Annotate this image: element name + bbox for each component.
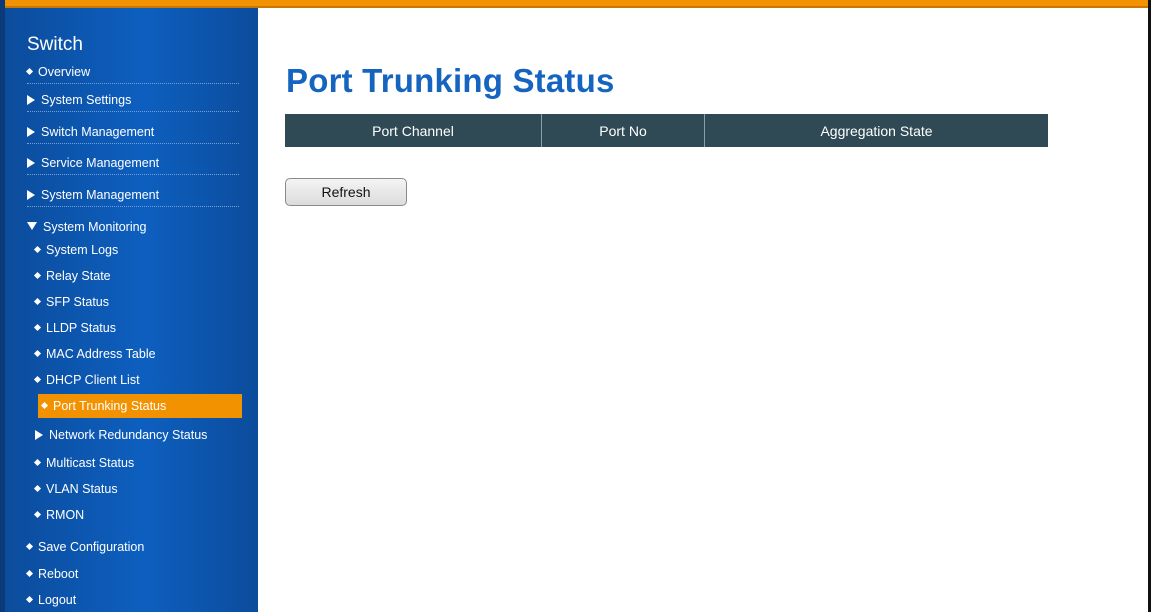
bullet-icon [25, 596, 34, 604]
nav-label: Relay State [46, 269, 111, 283]
nav-multicast-status[interactable]: Multicast Status [33, 451, 241, 475]
nav-label: Port Trunking Status [53, 399, 167, 413]
nav-vlan-status[interactable]: VLAN Status [33, 477, 241, 501]
nav-label: Overview [38, 65, 91, 79]
refresh-button[interactable]: Refresh [285, 178, 407, 206]
nav-switch-management[interactable]: Switch Management [27, 120, 239, 144]
nav-reboot[interactable]: Reboot [25, 562, 239, 586]
page-title: Port Trunking Status [286, 62, 615, 99]
bullet-icon [33, 376, 42, 384]
bullet-icon [25, 68, 34, 76]
nav-label: System Monitoring [43, 220, 147, 234]
expand-arrow-icon [27, 94, 35, 105]
nav-port-trunking-status[interactable]: Port Trunking Status [38, 394, 242, 418]
bullet-icon [25, 543, 34, 551]
column-header-port-channel: Port Channel [285, 114, 542, 147]
nav-label: System Logs [46, 243, 119, 257]
collapse-arrow-icon [27, 221, 37, 230]
nav-mac-address-table[interactable]: MAC Address Table [33, 342, 241, 366]
nav-label: Network Redundancy Status [49, 428, 208, 442]
nav-network-redundancy-status[interactable]: Network Redundancy Status [35, 423, 241, 447]
expand-arrow-icon [27, 157, 35, 168]
nav-system-settings[interactable]: System Settings [27, 88, 239, 112]
nav-label: VLAN Status [46, 482, 118, 496]
nav-label: System Settings [41, 93, 132, 107]
bullet-icon [25, 570, 34, 578]
nav-label: Reboot [38, 567, 79, 581]
nav-overview[interactable]: Overview [25, 60, 239, 84]
nav-label: RMON [46, 508, 85, 522]
nav-save-configuration[interactable]: Save Configuration [25, 535, 239, 559]
column-header-aggregation-state: Aggregation State [820, 122, 933, 139]
nav-dhcp-client-list[interactable]: DHCP Client List [33, 368, 241, 392]
nav-service-management[interactable]: Service Management [27, 151, 239, 175]
nav-logout[interactable]: Logout [25, 588, 239, 612]
sidebar-title: Switch [27, 34, 83, 55]
nav-label: Save Configuration [38, 540, 145, 554]
bullet-icon [33, 350, 42, 358]
nav-label: Multicast Status [46, 456, 135, 470]
nav-rmon[interactable]: RMON [33, 503, 241, 527]
nav-label: Switch Management [41, 125, 155, 139]
nav-label: MAC Address Table [46, 347, 156, 361]
expand-arrow-icon [27, 126, 35, 137]
expand-arrow-icon [27, 189, 35, 200]
bullet-icon [33, 298, 42, 306]
nav-label: System Management [41, 188, 160, 202]
nav-label: SFP Status [46, 295, 109, 309]
bullet-icon [33, 324, 42, 332]
sidebar: Switch Overview System Settings Switch M… [5, 8, 258, 612]
column-header-port-no: Port No [542, 114, 705, 147]
nav-system-management[interactable]: System Management [27, 183, 239, 207]
nav-system-monitoring[interactable]: System Monitoring [27, 215, 239, 239]
expand-arrow-icon [35, 429, 43, 440]
nav-label: DHCP Client List [46, 373, 140, 387]
trunking-table-header: Port Channel Port No Aggregation State [285, 114, 1048, 147]
nav-relay-state[interactable]: Relay State [33, 264, 241, 288]
nav-label: Service Management [41, 156, 160, 170]
nav-lldp-status[interactable]: LLDP Status [33, 316, 241, 340]
nav-label: LLDP Status [46, 321, 116, 335]
bullet-icon [33, 511, 42, 519]
nav-sfp-status[interactable]: SFP Status [33, 290, 241, 314]
bullet-icon [40, 402, 49, 410]
bullet-icon [33, 246, 42, 254]
bullet-icon [33, 459, 42, 467]
bullet-icon [33, 485, 42, 493]
nav-label: Logout [38, 593, 77, 607]
bullet-icon [33, 272, 42, 280]
nav-system-logs[interactable]: System Logs [33, 238, 241, 262]
